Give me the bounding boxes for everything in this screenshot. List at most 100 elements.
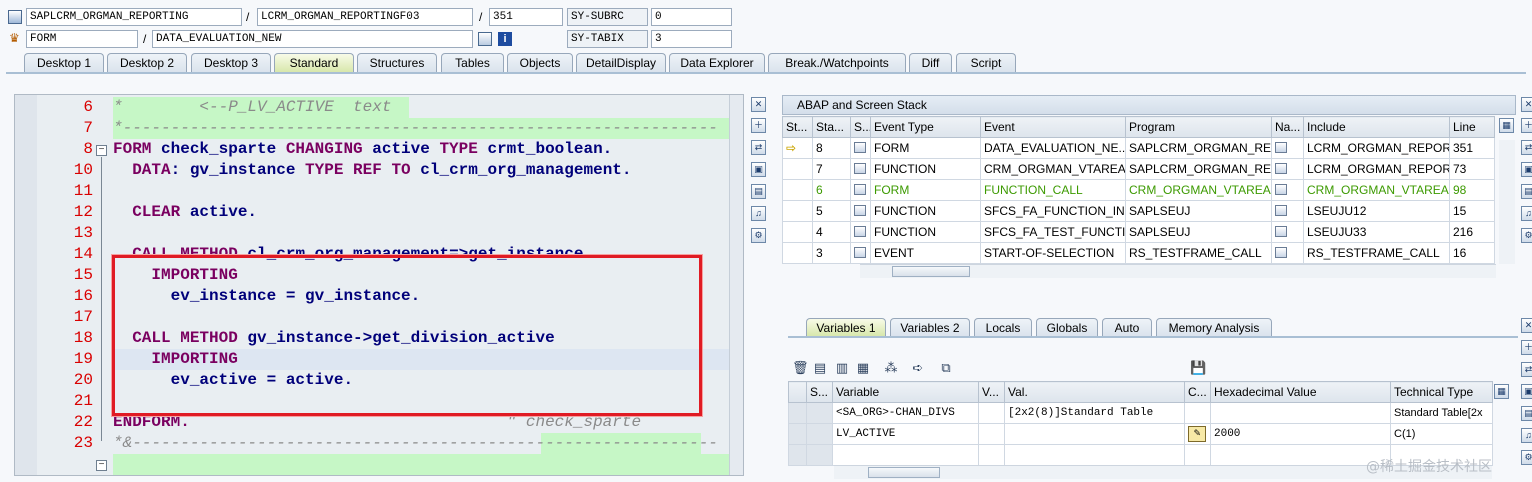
variable-name[interactable]: [832, 444, 979, 466]
tab-memory-analysis[interactable]: Memory Analysis: [1156, 318, 1272, 337]
table-row[interactable]: 5 FUNCTION SFCS_FA_FUNCTION_IN... SAPLSEUJ L…: [782, 200, 1495, 222]
close-icon[interactable]: ✕: [1521, 318, 1532, 333]
table-row[interactable]: <SA_ORG>-CHAN_DIVS [2x2(8)]Standard Table…: [788, 402, 1493, 424]
tab-auto[interactable]: Auto: [1102, 318, 1152, 337]
table-row[interactable]: 7 FUNCTION CRM_ORGMAN_VTAREA... SAPLCRM_ORG…: [782, 158, 1495, 180]
settings-icon[interactable]: ⚙: [1521, 228, 1532, 243]
swap-tool-icon[interactable]: ⇄: [1521, 140, 1532, 155]
navigate-icon[interactable]: [1275, 184, 1287, 195]
table-row[interactable]: ⇨ 8 FORM DATA_EVALUATION_NE... SAPLCRM_ORGMA…: [782, 137, 1495, 159]
column-header[interactable]: Variable: [832, 381, 979, 403]
close-icon[interactable]: ✕: [1521, 97, 1532, 112]
services-icon[interactable]: ♫: [751, 206, 766, 221]
save-icon[interactable]: 💾: [1190, 360, 1206, 376]
tab-globals[interactable]: Globals: [1036, 318, 1098, 337]
stack-vscroll[interactable]: [1499, 140, 1515, 264]
variable-name[interactable]: <SA_ORG>-CHAN_DIVS: [832, 402, 979, 424]
maximize-icon[interactable]: ▣: [1521, 162, 1532, 177]
sy-subrc-value[interactable]: 0: [651, 8, 732, 26]
column-header[interactable]: Include: [1303, 116, 1450, 138]
tab-script[interactable]: Script: [956, 53, 1016, 73]
table-row[interactable]: 4 FUNCTION SFCS_FA_TEST_FUNCTI... SAPLSEUJ L…: [782, 221, 1495, 243]
tab-standard[interactable]: Standard: [274, 53, 354, 73]
save-variables-icon[interactable]: ▦: [855, 360, 871, 376]
export-variables-icon[interactable]: ▥: [834, 360, 850, 376]
navigate-icon[interactable]: [1275, 142, 1287, 153]
new-tool-icon[interactable]: ＋: [1521, 340, 1532, 355]
swap-tool-icon[interactable]: ⇄: [1521, 362, 1532, 377]
tab-desktop-1[interactable]: Desktop 1: [24, 53, 104, 73]
table-row[interactable]: 3 EVENT START-OF-SELECTION RS_TESTFRAME_CAL…: [782, 242, 1495, 264]
column-header[interactable]: Event: [980, 116, 1126, 138]
close-icon[interactable]: ✕: [751, 97, 766, 112]
tab-objects[interactable]: Objects: [507, 53, 573, 73]
row-selector[interactable]: [788, 444, 807, 466]
settings-icon[interactable]: ⚙: [1521, 450, 1532, 465]
table-row[interactable]: 6 FORM FUNCTION_CALL CRM_ORGMAN_VTAREA... CR…: [782, 179, 1495, 201]
line-field[interactable]: 351: [489, 8, 563, 26]
sy-tabix-value[interactable]: 3: [651, 30, 732, 48]
column-header[interactable]: V...: [978, 381, 1005, 403]
event-name-field[interactable]: DATA_EVALUATION_NEW: [152, 30, 473, 48]
services-icon[interactable]: ♫: [1521, 428, 1532, 443]
tab-desktop-2[interactable]: Desktop 2: [107, 53, 187, 73]
variable-name[interactable]: LV_ACTIVE: [832, 423, 979, 445]
column-header[interactable]: S...: [850, 116, 871, 138]
navigate-icon[interactable]: ➪: [910, 360, 926, 376]
maximize-icon[interactable]: ▣: [751, 162, 766, 177]
tab-structures[interactable]: Structures: [357, 53, 437, 73]
change-cell[interactable]: ✎: [1184, 423, 1211, 445]
edit-pencil-icon[interactable]: ✎: [1188, 426, 1206, 442]
tab-breakpoints[interactable]: Break./Watchpoints: [768, 53, 906, 73]
row-selector[interactable]: [788, 402, 807, 424]
column-header[interactable]: S...: [806, 381, 833, 403]
column-layout-icon[interactable]: ▦: [1499, 118, 1514, 133]
source-code-editor[interactable]: * <--P_LV_ACTIVE text *------------------…: [14, 94, 744, 476]
tab-locals[interactable]: Locals: [974, 318, 1032, 337]
split-icon[interactable]: ▤: [1521, 184, 1532, 199]
change-cell[interactable]: [1184, 444, 1211, 466]
column-header[interactable]: Program: [1125, 116, 1272, 138]
import-variables-icon[interactable]: ▤: [812, 360, 828, 376]
column-layout-icon[interactable]: ▦: [1494, 384, 1509, 399]
stack-table[interactable]: St... Sta... S... Event Type Event Program Na.…: [782, 116, 1495, 264]
settings-icon[interactable]: ⚙: [751, 228, 766, 243]
tab-data-explorer[interactable]: Data Explorer: [669, 53, 765, 73]
collapse-toggle[interactable]: −: [96, 460, 107, 471]
delete-icon[interactable]: 🗑: [792, 360, 809, 376]
column-header[interactable]: Technical Type: [1390, 381, 1493, 403]
services-icon[interactable]: ♫: [1521, 206, 1532, 221]
variables-table[interactable]: S... Variable V... Val. C... Hexadecimal Valu…: [788, 381, 1493, 466]
row-selector[interactable]: [788, 423, 807, 445]
tab-detail-display[interactable]: DetailDisplay: [576, 53, 666, 73]
change-cell[interactable]: [1184, 402, 1211, 424]
navigate-icon[interactable]: [1275, 247, 1287, 258]
tab-variables-2[interactable]: Variables 2: [890, 318, 970, 337]
new-tool-icon[interactable]: ＋: [1521, 118, 1532, 133]
variable-value[interactable]: [1004, 423, 1185, 445]
split-icon[interactable]: ▤: [751, 184, 766, 199]
tab-tables[interactable]: Tables: [441, 53, 504, 73]
column-header[interactable]: Hexadecimal Value: [1210, 381, 1391, 403]
swap-tool-icon[interactable]: ⇄: [751, 140, 766, 155]
program-field[interactable]: SAPLCRM_ORGMAN_REPORTING: [26, 8, 242, 26]
open-object-icon[interactable]: ⧉: [938, 360, 954, 376]
display-source-icon[interactable]: [478, 32, 492, 46]
variable-value[interactable]: [2x2(8)]Standard Table: [1004, 402, 1185, 424]
table-row[interactable]: LV_ACTIVE ✎ 2000 C(1): [788, 423, 1493, 445]
navigate-icon[interactable]: [1275, 163, 1287, 174]
column-header[interactable]: Na...: [1271, 116, 1304, 138]
split-icon[interactable]: ▤: [1521, 406, 1532, 421]
variable-value[interactable]: [1004, 444, 1185, 466]
column-header[interactable]: Event Type: [870, 116, 981, 138]
tab-variables-1[interactable]: Variables 1: [806, 318, 886, 337]
column-header[interactable]: Val.: [1004, 381, 1185, 403]
navigate-icon[interactable]: [1275, 226, 1287, 237]
tab-diff[interactable]: Diff: [909, 53, 952, 73]
column-header[interactable]: C...: [1184, 381, 1211, 403]
editor-scrollbar[interactable]: [729, 95, 743, 475]
stack-hscroll[interactable]: [860, 264, 1496, 278]
column-header[interactable]: St...: [782, 116, 813, 138]
include-field[interactable]: LCRM_ORGMAN_REPORTINGF03: [257, 8, 473, 26]
new-tool-icon[interactable]: ＋: [751, 118, 766, 133]
